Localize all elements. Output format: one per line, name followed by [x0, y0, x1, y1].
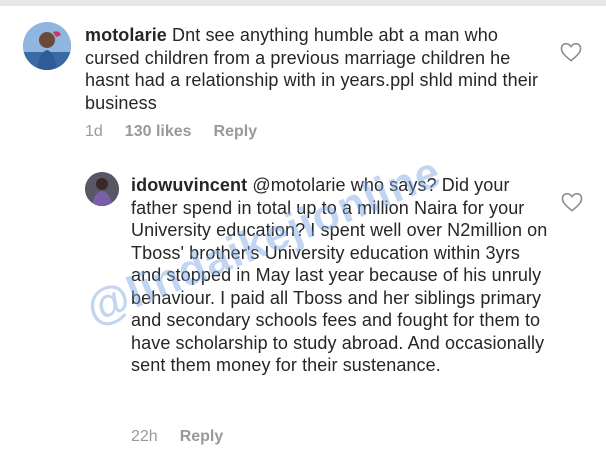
comment-username[interactable]: motolarie	[85, 25, 167, 45]
comment-body: idowuvincent @motolarie who says? Did yo…	[131, 174, 551, 377]
comment-body: motolarie Dnt see anything humble abt a …	[85, 24, 555, 114]
comment-text: @motolarie who says? Did your father spe…	[131, 175, 548, 375]
heart-outline-icon[interactable]	[560, 42, 582, 62]
avatar[interactable]	[23, 22, 71, 70]
avatar-image-icon	[23, 22, 71, 70]
comment-meta: 22h Reply	[131, 428, 223, 446]
heart-outline-icon[interactable]	[561, 192, 583, 212]
comment-time: 22h	[131, 428, 158, 445]
avatar[interactable]	[85, 172, 119, 206]
comment-likes[interactable]: 130 likes	[125, 123, 192, 141]
reply-button[interactable]: Reply	[180, 428, 224, 446]
reply-button[interactable]: Reply	[214, 123, 258, 141]
comment-time: 1d	[85, 123, 103, 140]
comment-username[interactable]: idowuvincent	[131, 175, 247, 195]
avatar-image-icon	[85, 172, 119, 206]
comment-meta: 1d 130 likes Reply	[85, 123, 257, 141]
comment-thread: motolarie Dnt see anything humble abt a …	[0, 0, 606, 468]
top-divider	[0, 0, 606, 6]
